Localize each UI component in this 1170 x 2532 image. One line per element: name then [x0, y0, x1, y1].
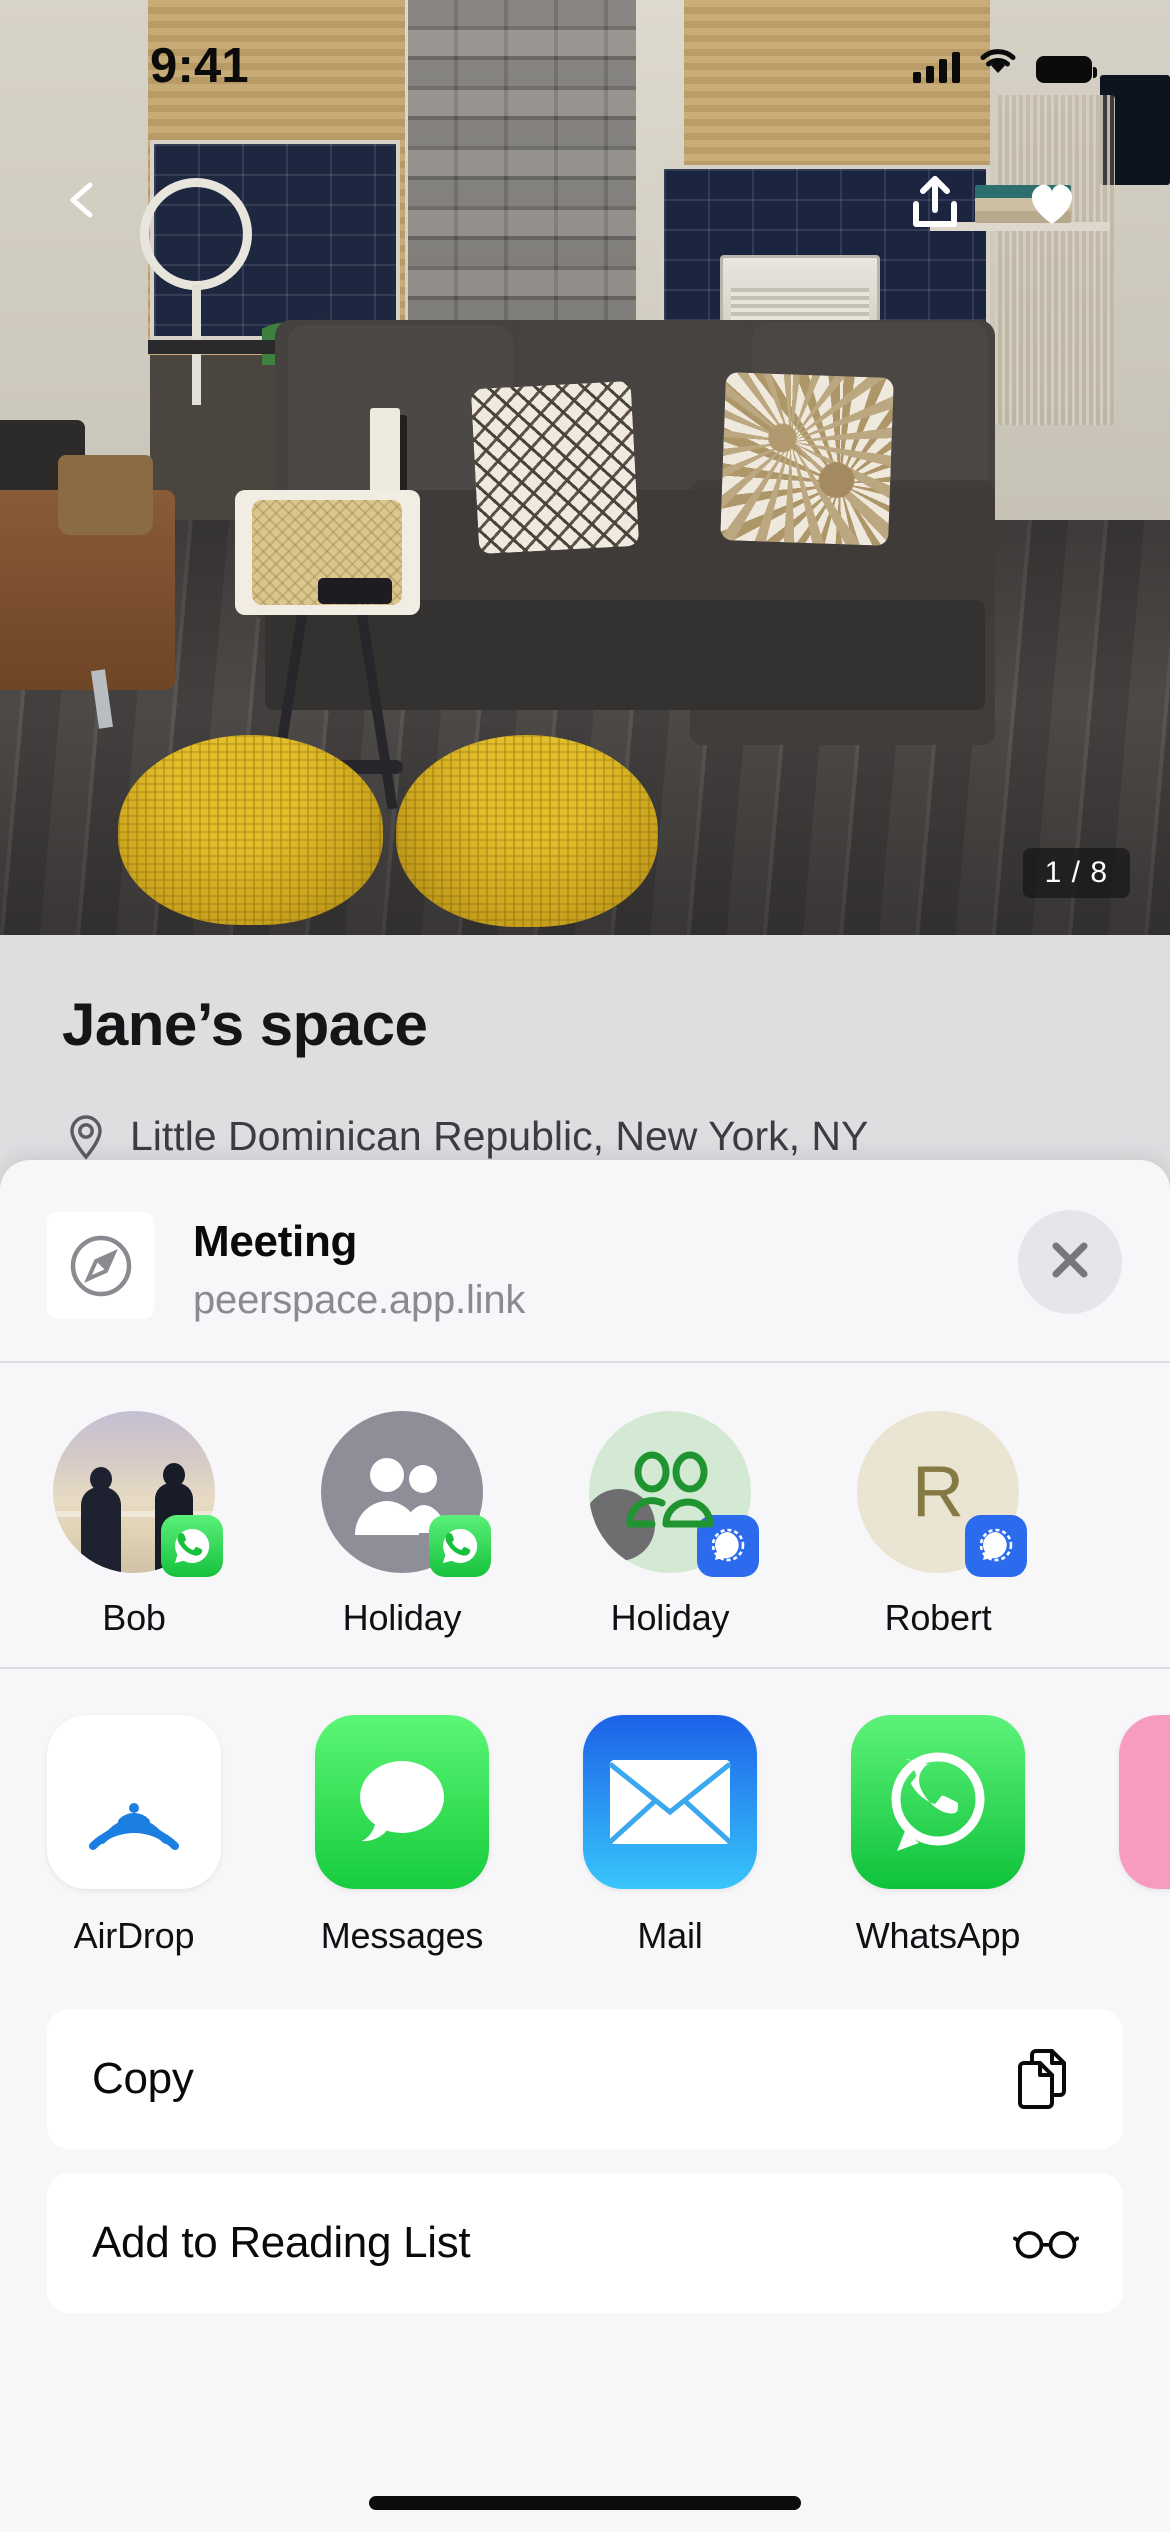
- copy-documents-icon: [1013, 2046, 1079, 2112]
- page-title: Jane’s space: [62, 991, 428, 1058]
- action-label: Add to Reading List: [92, 2218, 471, 2267]
- suggested-contacts-row[interactable]: Bob Holiday Holiday R Robert: [0, 1363, 1170, 1667]
- share-apps-row[interactable]: AirDrop Messages Mail WhatsApp: [0, 1669, 1170, 1979]
- heart-filled-icon[interactable]: [1026, 180, 1078, 226]
- share-app-label: Messages: [320, 1915, 484, 1956]
- room-photo: [0, 0, 1170, 935]
- glasses-icon: [1013, 2210, 1079, 2276]
- listing-photo-hero[interactable]: 9:41 1 / 8: [0, 0, 1170, 935]
- contact-item-bob[interactable]: Bob: [0, 1411, 268, 1639]
- share-app-label: AirDrop: [73, 1915, 195, 1956]
- avatar: [589, 1411, 759, 1577]
- iphone-screen: 9:41 1 / 8 Jane’s space Little Dominican…: [0, 0, 1170, 2532]
- share-app-mail[interactable]: Mail: [536, 1715, 804, 1957]
- contact-name: Robert: [884, 1597, 992, 1638]
- contact-name: Holiday: [610, 1597, 730, 1638]
- pink-app-icon: [1119, 1715, 1170, 1889]
- back-chevron-icon[interactable]: [62, 180, 102, 220]
- action-row-copy[interactable]: Copy: [47, 2009, 1123, 2149]
- share-item-title: Meeting: [193, 1217, 358, 1266]
- messages-icon: [315, 1715, 489, 1889]
- status-bar: 9:41: [0, 0, 1170, 105]
- contact-initial: R: [912, 1452, 964, 1532]
- share-app-whatsapp[interactable]: WhatsApp: [804, 1715, 1072, 1957]
- share-item-subtitle: peerspace.app.link: [193, 1277, 526, 1322]
- status-bar-clock: 9:41: [150, 39, 249, 93]
- avatar: [53, 1411, 223, 1577]
- photo-counter-badge: 1 / 8: [1022, 848, 1130, 898]
- contact-item-holiday-1[interactable]: Holiday: [268, 1411, 536, 1639]
- location-pin-icon: [62, 1112, 110, 1160]
- safari-compass-icon: [47, 1212, 154, 1319]
- whatsapp-badge-icon: [161, 1515, 223, 1577]
- listing-location-text: Little Dominican Republic, New York, NY: [130, 1112, 869, 1159]
- contact-item-holiday-2[interactable]: Holiday: [536, 1411, 804, 1639]
- wifi-icon: [977, 46, 1019, 83]
- share-app-label: Mail: [637, 1915, 703, 1956]
- contact-item-robert[interactable]: R Robert: [804, 1411, 1072, 1639]
- battery-icon: [1036, 56, 1097, 83]
- whatsapp-badge-icon: [429, 1515, 491, 1577]
- action-label: Copy: [92, 2054, 194, 2103]
- share-sheet-header: Meeting peerspace.app.link: [0, 1160, 1170, 1361]
- share-sheet: Meeting peerspace.app.link Bob Holiday H…: [0, 1160, 1170, 2532]
- close-x-icon: [1047, 1237, 1093, 1288]
- avatar: [321, 1411, 491, 1577]
- airdrop-icon: [47, 1715, 221, 1889]
- share-app-partial[interactable]: [1072, 1715, 1170, 1957]
- listing-location-row: Little Dominican Republic, New York, NY: [62, 1112, 868, 1160]
- share-upload-icon[interactable]: [912, 176, 958, 228]
- whatsapp-icon: [851, 1715, 1025, 1889]
- signal-badge-icon: [965, 1515, 1027, 1577]
- share-app-label: WhatsApp: [855, 1915, 1021, 1956]
- contact-name: Holiday: [342, 1597, 462, 1638]
- contact-name: Bob: [102, 1597, 166, 1638]
- share-actions-list: Copy Add to Reading List: [0, 1979, 1170, 2313]
- avatar: R: [857, 1411, 1027, 1577]
- home-indicator: [369, 2496, 801, 2510]
- action-row-add-to-reading-list[interactable]: Add to Reading List: [47, 2173, 1123, 2313]
- cellular-bars-icon: [913, 51, 960, 83]
- mail-icon: [583, 1715, 757, 1889]
- share-app-airdrop[interactable]: AirDrop: [0, 1715, 268, 1957]
- share-app-messages[interactable]: Messages: [268, 1715, 536, 1957]
- close-button[interactable]: [1018, 1210, 1122, 1314]
